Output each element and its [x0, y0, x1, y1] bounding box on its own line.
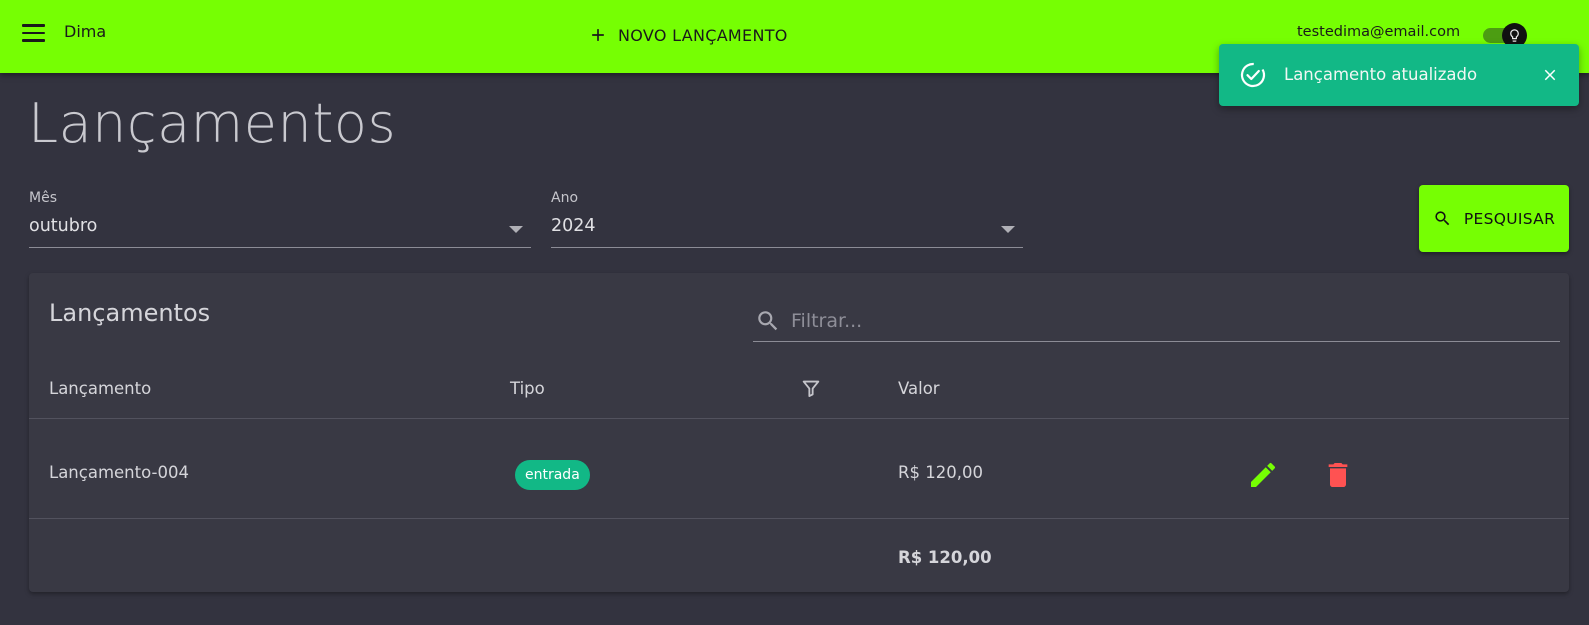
entry-value: R$ 120,00	[898, 463, 983, 482]
close-icon[interactable]	[1541, 66, 1559, 84]
filter-icon[interactable]	[800, 377, 822, 399]
lightbulb-icon	[1510, 29, 1519, 42]
menu-icon[interactable]	[22, 24, 46, 44]
divider	[29, 518, 1569, 519]
check-circle-icon	[1240, 62, 1266, 88]
entries-table-card: Lançamentos Lançamento Tipo Valor Lançam…	[29, 273, 1569, 592]
entry-name: Lançamento-004	[49, 463, 189, 482]
search-icon	[758, 311, 778, 331]
divider	[29, 418, 1569, 419]
app-user-name: Dima	[64, 22, 107, 41]
chevron-down-icon	[509, 226, 523, 233]
new-entry-label: NOVO LANÇAMENTO	[618, 25, 788, 45]
edit-icon[interactable]	[1247, 459, 1279, 491]
year-select[interactable]: Ano 2024	[551, 190, 1023, 248]
column-header-tipo[interactable]: Tipo	[510, 379, 545, 398]
search-button[interactable]: PESQUISAR	[1419, 185, 1569, 252]
total-value: R$ 120,00	[898, 548, 992, 567]
chevron-down-icon	[1001, 226, 1015, 233]
column-header-lancamento[interactable]: Lançamento	[49, 379, 151, 398]
month-value: outubro	[29, 216, 98, 236]
user-email: testedima@email.com	[1297, 24, 1461, 40]
year-value: 2024	[551, 216, 596, 236]
year-label: Ano	[551, 190, 579, 206]
success-snackbar: Lançamento atualizado	[1219, 44, 1579, 106]
table-filter	[753, 303, 1560, 342]
search-button-label: PESQUISAR	[1463, 209, 1556, 228]
page-title: Lançamentos	[28, 92, 397, 155]
type-badge: entrada	[515, 460, 590, 490]
search-icon	[1435, 211, 1450, 226]
delete-icon[interactable]	[1322, 459, 1354, 491]
table-title: Lançamentos	[49, 299, 211, 327]
month-select[interactable]: Mês outubro	[29, 190, 531, 248]
column-header-valor[interactable]: Valor	[898, 379, 940, 398]
filter-input[interactable]	[791, 305, 1551, 337]
plus-icon	[592, 29, 604, 41]
snackbar-message: Lançamento atualizado	[1284, 65, 1478, 84]
month-label: Mês	[29, 190, 57, 206]
new-entry-button[interactable]: NOVO LANÇAMENTO	[580, 18, 796, 52]
